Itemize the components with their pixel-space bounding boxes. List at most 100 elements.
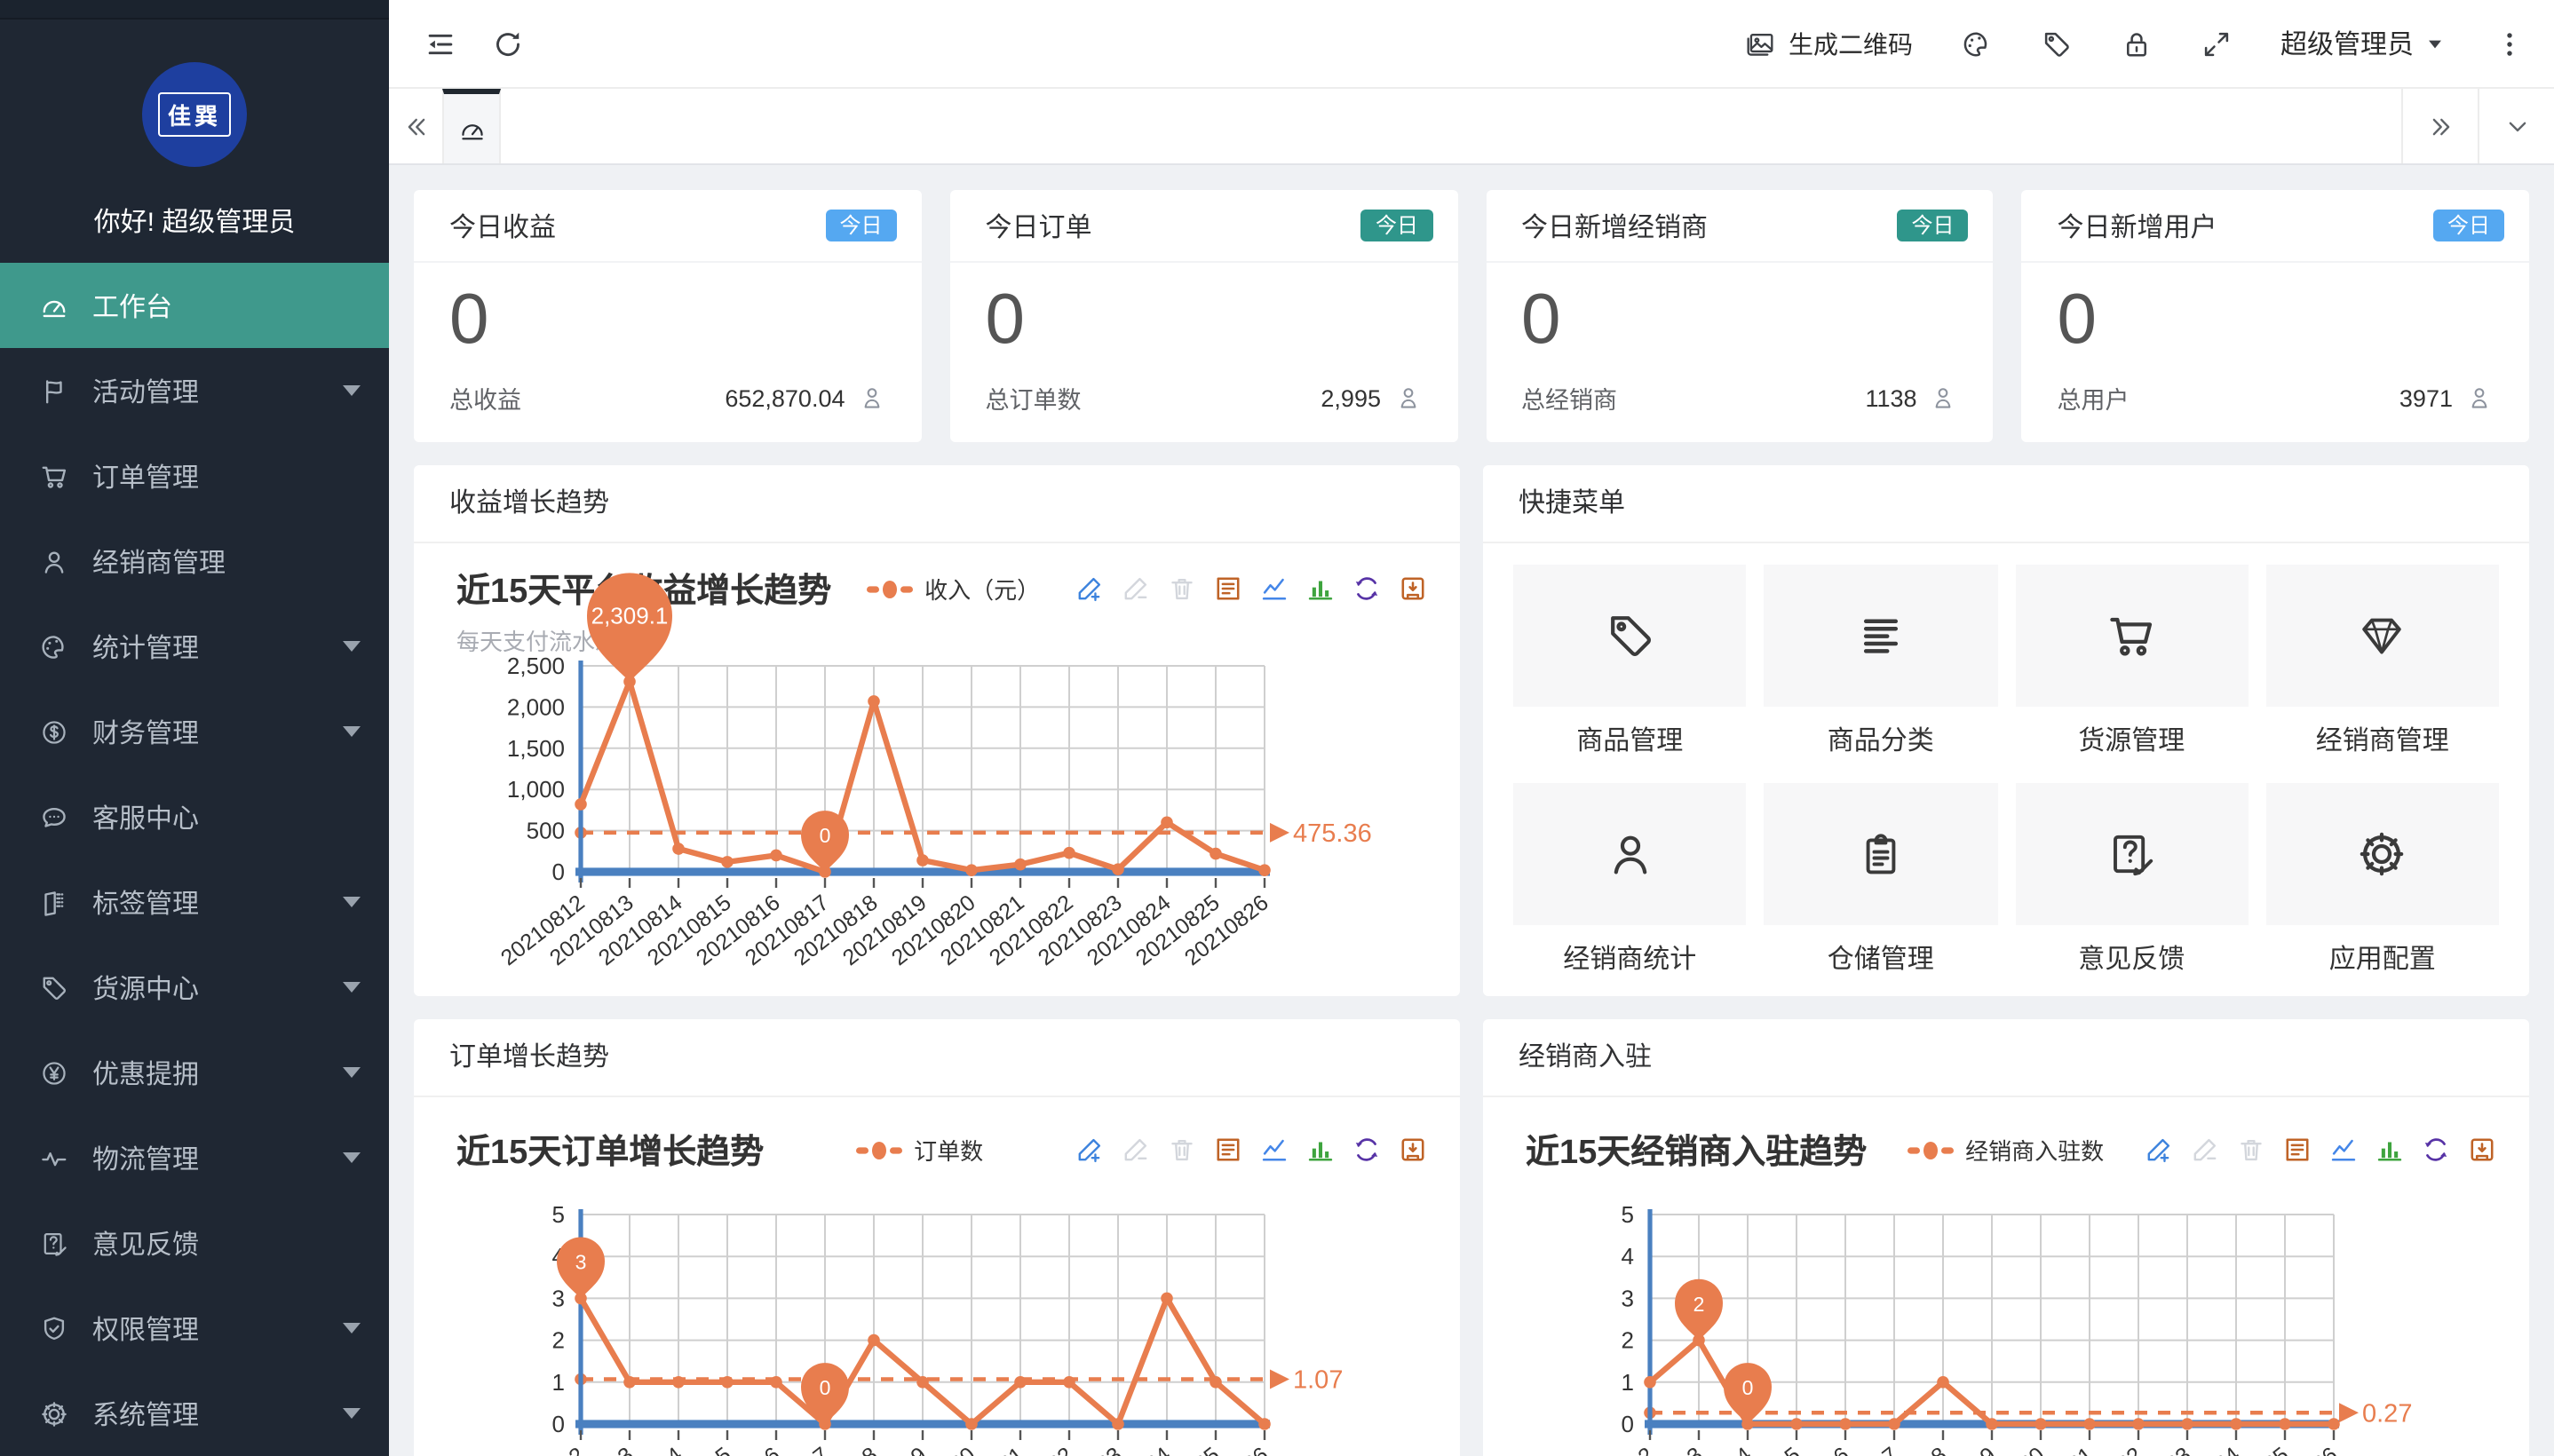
quick-item-dealer-manage[interactable]: 经销商管理 [2266,565,2500,783]
chevron-down-icon [343,1152,361,1163]
quick-item-supply-manage[interactable]: 货源管理 [2015,565,2249,783]
save-image-icon[interactable] [1398,1135,1428,1165]
sidebar-item-dealers[interactable]: 经销商管理 [0,518,389,604]
collapse-menu-icon[interactable] [424,28,456,59]
tag-icon[interactable] [2041,28,2073,59]
sidebar-item-orders[interactable]: 订单管理 [0,433,389,518]
kebab-menu-icon[interactable] [2494,28,2526,59]
stat-total-label: 总用户 [2058,380,2130,415]
data-view-icon[interactable] [1213,1135,1243,1165]
panel-revenue-trend: 收益增长趋势 近15天平台收益增长趋势 收入（元） [414,465,1460,996]
delete-trash-icon[interactable] [2236,1135,2266,1165]
svg-text:2,000: 2,000 [507,693,565,720]
svg-text:1: 1 [1622,1369,1634,1396]
feedback-icon [2105,827,2158,881]
sidebar-item-labels[interactable]: 标签管理 [0,859,389,945]
sidebar-item-service[interactable]: 客服中心 [0,774,389,859]
quick-item-goods-manage[interactable]: 商品管理 [1513,565,1747,783]
edit-pencil-icon[interactable] [2190,1135,2220,1165]
refresh-icon[interactable] [492,28,524,59]
palette-icon[interactable] [1961,28,1993,59]
data-view-icon[interactable] [2282,1135,2312,1165]
sidebar-item-discount[interactable]: 优惠提拥 [0,1030,389,1115]
quick-item-dealer-stats[interactable]: 经销商统计 [1513,783,1747,1001]
stat-total-label: 总经销商 [1521,380,1617,415]
add-pencil-icon[interactable] [1075,1135,1105,1165]
chart-toolbar [2144,1135,2497,1165]
svg-text:2: 2 [1622,1327,1634,1354]
stat-total-label: 总订单数 [986,380,1082,415]
user-greeting: 你好! 超级管理员 [0,202,389,240]
delete-trash-icon[interactable] [1167,1135,1197,1165]
sidebar-item-activity[interactable]: 活动管理 [0,348,389,433]
stat-cards-row: 今日收益今日 0 总收益652,870.04 今日订单今日 0 总订单数2,99… [414,190,2529,442]
chevron-down-icon [343,726,361,737]
edit-pencil-icon[interactable] [1121,1135,1151,1165]
admin-dropdown[interactable]: 超级管理员 [2280,25,2446,62]
bar-chart-icon[interactable] [1305,1135,1336,1165]
gauge-icon [457,115,486,143]
quick-item-warehouse[interactable]: 仓储管理 [1765,783,1998,1001]
quick-menu-grid: 商品管理 商品分类 货源管理 经销商管理 经销商统计 仓储管理 意见反馈 应用配… [1483,543,2529,1001]
legend-line-icon [855,1141,901,1159]
stat-total-value: 3971 [2399,384,2453,411]
restore-icon[interactable] [1352,1135,1382,1165]
stat-title: 今日订单 [986,207,1092,244]
tag-icon [1603,609,1656,662]
user-outline-icon [2465,384,2494,412]
revenue-line-chart: 05001,0001,5002,0002,500475.362021081220… [456,593,1417,994]
sidebar: 北京佳巽电商平台管理系 佳巽 你好! 超级管理员 工作台 活动管理 订单管理 经… [0,0,389,1456]
svg-text:2: 2 [1693,1293,1705,1316]
svg-text:0: 0 [552,1411,565,1437]
chevron-down-icon [343,1408,361,1419]
tabs-scroll-left-button[interactable] [389,89,442,163]
lock-icon[interactable] [2121,28,2153,59]
chevrons-left-icon [402,113,429,139]
tabs-menu-button[interactable] [2478,89,2554,163]
quick-item-app-config[interactable]: 应用配置 [2266,783,2500,1001]
add-pencil-icon[interactable] [2144,1135,2174,1165]
legend-dealers[interactable]: 经销商入驻数 [1889,1133,2122,1167]
stat-value: 0 [1486,263,1994,380]
dollar-circle-icon [39,716,69,747]
sidebar-item-finance[interactable]: 财务管理 [0,689,389,774]
sidebar-item-supply[interactable]: 货源中心 [0,945,389,1030]
stat-value: 0 [414,263,922,380]
chevron-down-icon [2503,113,2530,139]
panel-header: 收益增长趋势 [414,465,1460,543]
svg-text:5: 5 [1622,1201,1634,1228]
cart-icon [2105,609,2158,662]
sidebar-item-feedback[interactable]: 意见反馈 [0,1200,389,1286]
status-badge: 今日 [1897,210,1968,241]
save-image-icon[interactable] [2467,1135,2497,1165]
dealers-line-chart: 0123450.27202108122021081320210814202108… [1526,1168,2487,1456]
legend-orders[interactable]: 订单数 [837,1133,1001,1167]
sidebar-item-workbench[interactable]: 工作台 [0,263,389,348]
sidebar-item-statistics[interactable]: 统计管理 [0,604,389,689]
gear-icon [2356,827,2409,881]
quick-item-feedback[interactable]: 意见反馈 [2015,783,2249,1001]
stat-title: 今日新增用户 [2058,207,2217,244]
chart-toolbar [1075,1135,1428,1165]
logo-text: 佳巽 [159,92,230,137]
company-logo: 佳巽 [142,62,247,167]
svg-text:20210812: 20210812 [496,1443,590,1456]
sidebar-item-system[interactable]: 系统管理 [0,1371,389,1456]
tab-dashboard[interactable] [442,89,501,163]
quick-item-goods-category[interactable]: 商品分类 [1765,565,1998,783]
tab-bar [389,89,2554,165]
fullscreen-icon[interactable] [2201,28,2233,59]
tabs-scroll-right-button[interactable] [2401,89,2478,163]
stat-card-revenue-today: 今日收益今日 0 总收益652,870.04 [414,190,922,442]
sidebar-item-permissions[interactable]: 权限管理 [0,1286,389,1371]
line-chart-icon[interactable] [1259,1135,1289,1165]
sidebar-item-logistics[interactable]: 物流管理 [0,1115,389,1200]
bar-chart-icon[interactable] [2375,1135,2405,1165]
svg-text:0.27: 0.27 [2362,1399,2412,1428]
panel-order-trend: 订单增长趋势 近15天订单增长趋势 订单数 [414,1019,1460,1456]
chevron-down-icon [343,1067,361,1078]
line-chart-icon[interactable] [2328,1135,2359,1165]
svg-text:1,500: 1,500 [507,735,565,762]
generate-qr-button[interactable]: 生成二维码 [1744,26,1913,61]
restore-icon[interactable] [2421,1135,2451,1165]
